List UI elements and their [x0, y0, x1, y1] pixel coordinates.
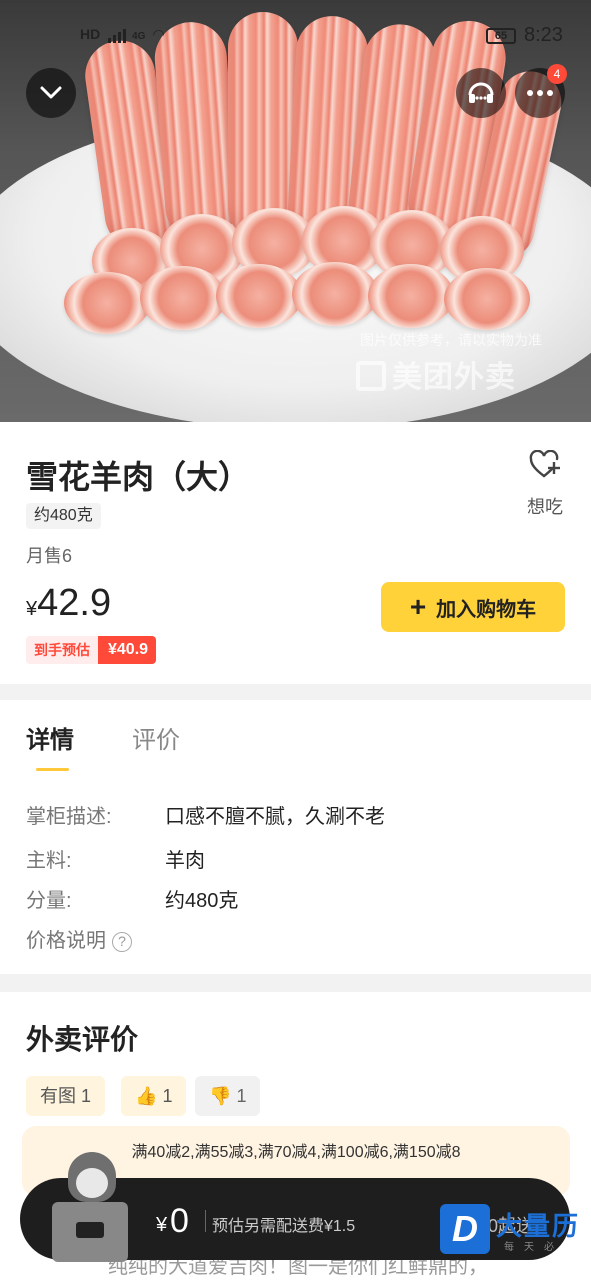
details-card: 详情 评价 掌柜描述: 口感不膻不腻，久涮不老 主料: 羊肉 分量: 约480克… [0, 700, 591, 974]
product-spec-tag: 约480克 [26, 503, 101, 529]
cart-currency: ¥ [156, 1214, 168, 1236]
active-tab-indicator [36, 768, 69, 771]
estimate-value: ¥40.9 [98, 636, 157, 664]
delivery-fee-note: 预估另需配送费¥1.5 [212, 1218, 356, 1235]
watermark-sub: 每天必 [504, 1242, 564, 1253]
rider-box [52, 1202, 128, 1262]
meituan-watermark: 美团外卖 [356, 352, 516, 396]
filter-positive[interactable]: 👍 1 [121, 1076, 187, 1116]
collapse-button[interactable] [26, 68, 76, 118]
meituan-logo-icon [356, 361, 386, 391]
estimated-price-badge: 到手预估 ¥40.9 [26, 636, 157, 664]
product-price: ¥42.9 [26, 582, 112, 624]
detail-key: 分量: [26, 890, 72, 912]
add-to-cart-button[interactable]: + 加入购物车 [381, 582, 565, 632]
signal-icon [108, 27, 128, 44]
monthly-sales: 月售6 [26, 546, 73, 566]
detail-value: 口感不膻不腻，久涮不老 [165, 806, 385, 828]
delivery-rider-icon[interactable] [46, 1152, 134, 1262]
add-to-cart-label: 加入购物车 [436, 598, 537, 621]
price-note-label: 价格说明? [26, 924, 132, 953]
heart-plus-icon [529, 449, 560, 478]
more-button[interactable]: 4 [515, 64, 567, 118]
detail-key: 主料: [26, 850, 72, 872]
reviews-title: 外卖评价 [26, 1024, 139, 1055]
meat-roll-end [216, 264, 302, 328]
corner-watermark: D 大量历 每天必 [440, 1204, 586, 1264]
meat-roll-end [64, 272, 150, 334]
product-card: 雪花羊肉（大） 约480克 月售6 ¥42.9 到手预估 ¥40.9 想吃 + … [0, 422, 591, 684]
meat-roll-end [292, 262, 378, 326]
question-mark-icon[interactable]: ? [112, 932, 132, 952]
meat-roll-end [444, 268, 530, 330]
product-image[interactable]: 图片仅供参考，请以实物为准 美团外卖 HD 4G ◠ 65 8:23 4 [0, 0, 591, 422]
status-bar: HD 4G ◠ 65 8:23 [0, 0, 591, 70]
detail-key: 掌柜描述: [26, 806, 112, 828]
rider-face [76, 1168, 108, 1198]
watermark-logo-icon: D [440, 1204, 490, 1254]
customer-service-button[interactable] [456, 68, 506, 118]
chevron-down-icon [40, 86, 62, 99]
plus-icon: + [409, 591, 427, 622]
wifi-icon: ◠ [153, 26, 165, 42]
thumbs-up-icon: 👍 [135, 1086, 158, 1106]
notification-badge: 4 [547, 64, 567, 84]
filter-negative[interactable]: 👎 1 [195, 1076, 261, 1116]
battery-icon: 65 [486, 28, 516, 44]
kangaroo-logo-icon [76, 1222, 104, 1238]
more-dots-icon [527, 90, 553, 96]
want-to-eat-label: 想吃 [527, 497, 563, 517]
filter-with-photos[interactable]: 有图 1 [26, 1076, 106, 1116]
cart-total: 0 [170, 1202, 189, 1240]
tab-reviews[interactable]: 评价 [132, 720, 180, 755]
meat-roll-end [140, 266, 226, 330]
headset-icon [468, 82, 494, 103]
network-indicator: HD 4G ◠ [80, 26, 165, 44]
tab-details[interactable]: 详情 [26, 720, 74, 755]
detail-value: 约480克 [165, 890, 239, 912]
divider [205, 1210, 206, 1232]
meat-roll-end [368, 264, 454, 328]
detail-value: 羊肉 [165, 850, 205, 872]
product-name: 雪花羊肉（大） [26, 459, 251, 495]
clock: 8:23 [524, 24, 563, 46]
image-disclaimer: 图片仅供参考，请以实物为准 [360, 332, 542, 348]
want-to-eat-button[interactable]: 想吃 [520, 449, 570, 519]
estimate-label: 到手预估 [26, 636, 98, 664]
thumbs-down-icon: 👎 [209, 1086, 232, 1106]
